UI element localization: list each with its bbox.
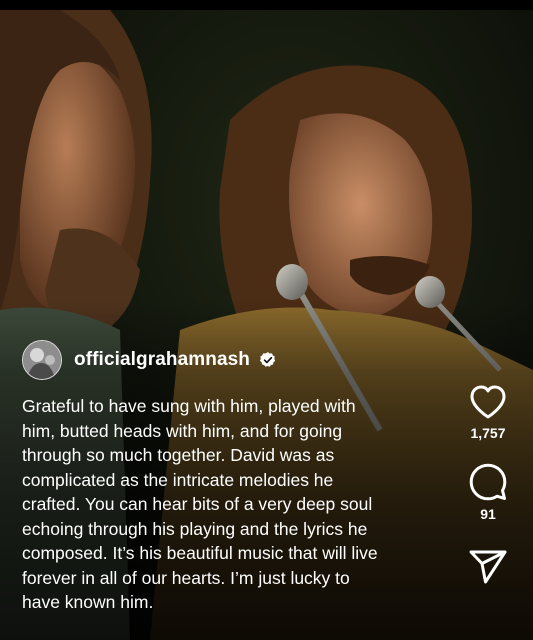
action-rail: 1,757 91	[459, 384, 517, 584]
caption-line: echoing through his playing and the lyri…	[22, 518, 368, 539]
caption-line: crafted. You can hear bits of a very dee…	[22, 494, 373, 514]
post-caption[interactable]: Grateful to have sung with him, played w…	[22, 394, 452, 615]
caption-line: forever in all of our hearts. I’m just l…	[22, 567, 350, 588]
like-button[interactable]: 1,757	[469, 384, 507, 441]
verified-badge-icon	[259, 352, 276, 367]
comment-count: 91	[480, 506, 496, 522]
caption-line: Grateful to have sung with him, played w…	[22, 396, 356, 416]
comment-icon[interactable]	[469, 463, 507, 501]
caption-line: have known him.	[22, 592, 154, 612]
username[interactable]: officialgrahamnash	[74, 349, 250, 371]
caption-line: composed. It’s his beautiful music that …	[22, 543, 378, 563]
caption-line: through so much together. David was as	[22, 445, 335, 465]
heart-icon[interactable]	[469, 384, 507, 420]
post-author[interactable]: officialgrahamnash	[22, 340, 277, 380]
like-count: 1,757	[470, 425, 506, 441]
share-button[interactable]	[469, 550, 507, 584]
caption-line: him, butted heads with him, and for goin…	[22, 420, 343, 441]
avatar[interactable]	[22, 340, 62, 380]
comment-button[interactable]: 91	[469, 463, 507, 522]
share-icon[interactable]	[469, 550, 507, 584]
reel-viewer: officialgrahamnash Grateful to have sung…	[0, 0, 533, 640]
caption-line: complicated as the intricate melodies he	[22, 469, 334, 490]
top-bar	[0, 0, 533, 10]
